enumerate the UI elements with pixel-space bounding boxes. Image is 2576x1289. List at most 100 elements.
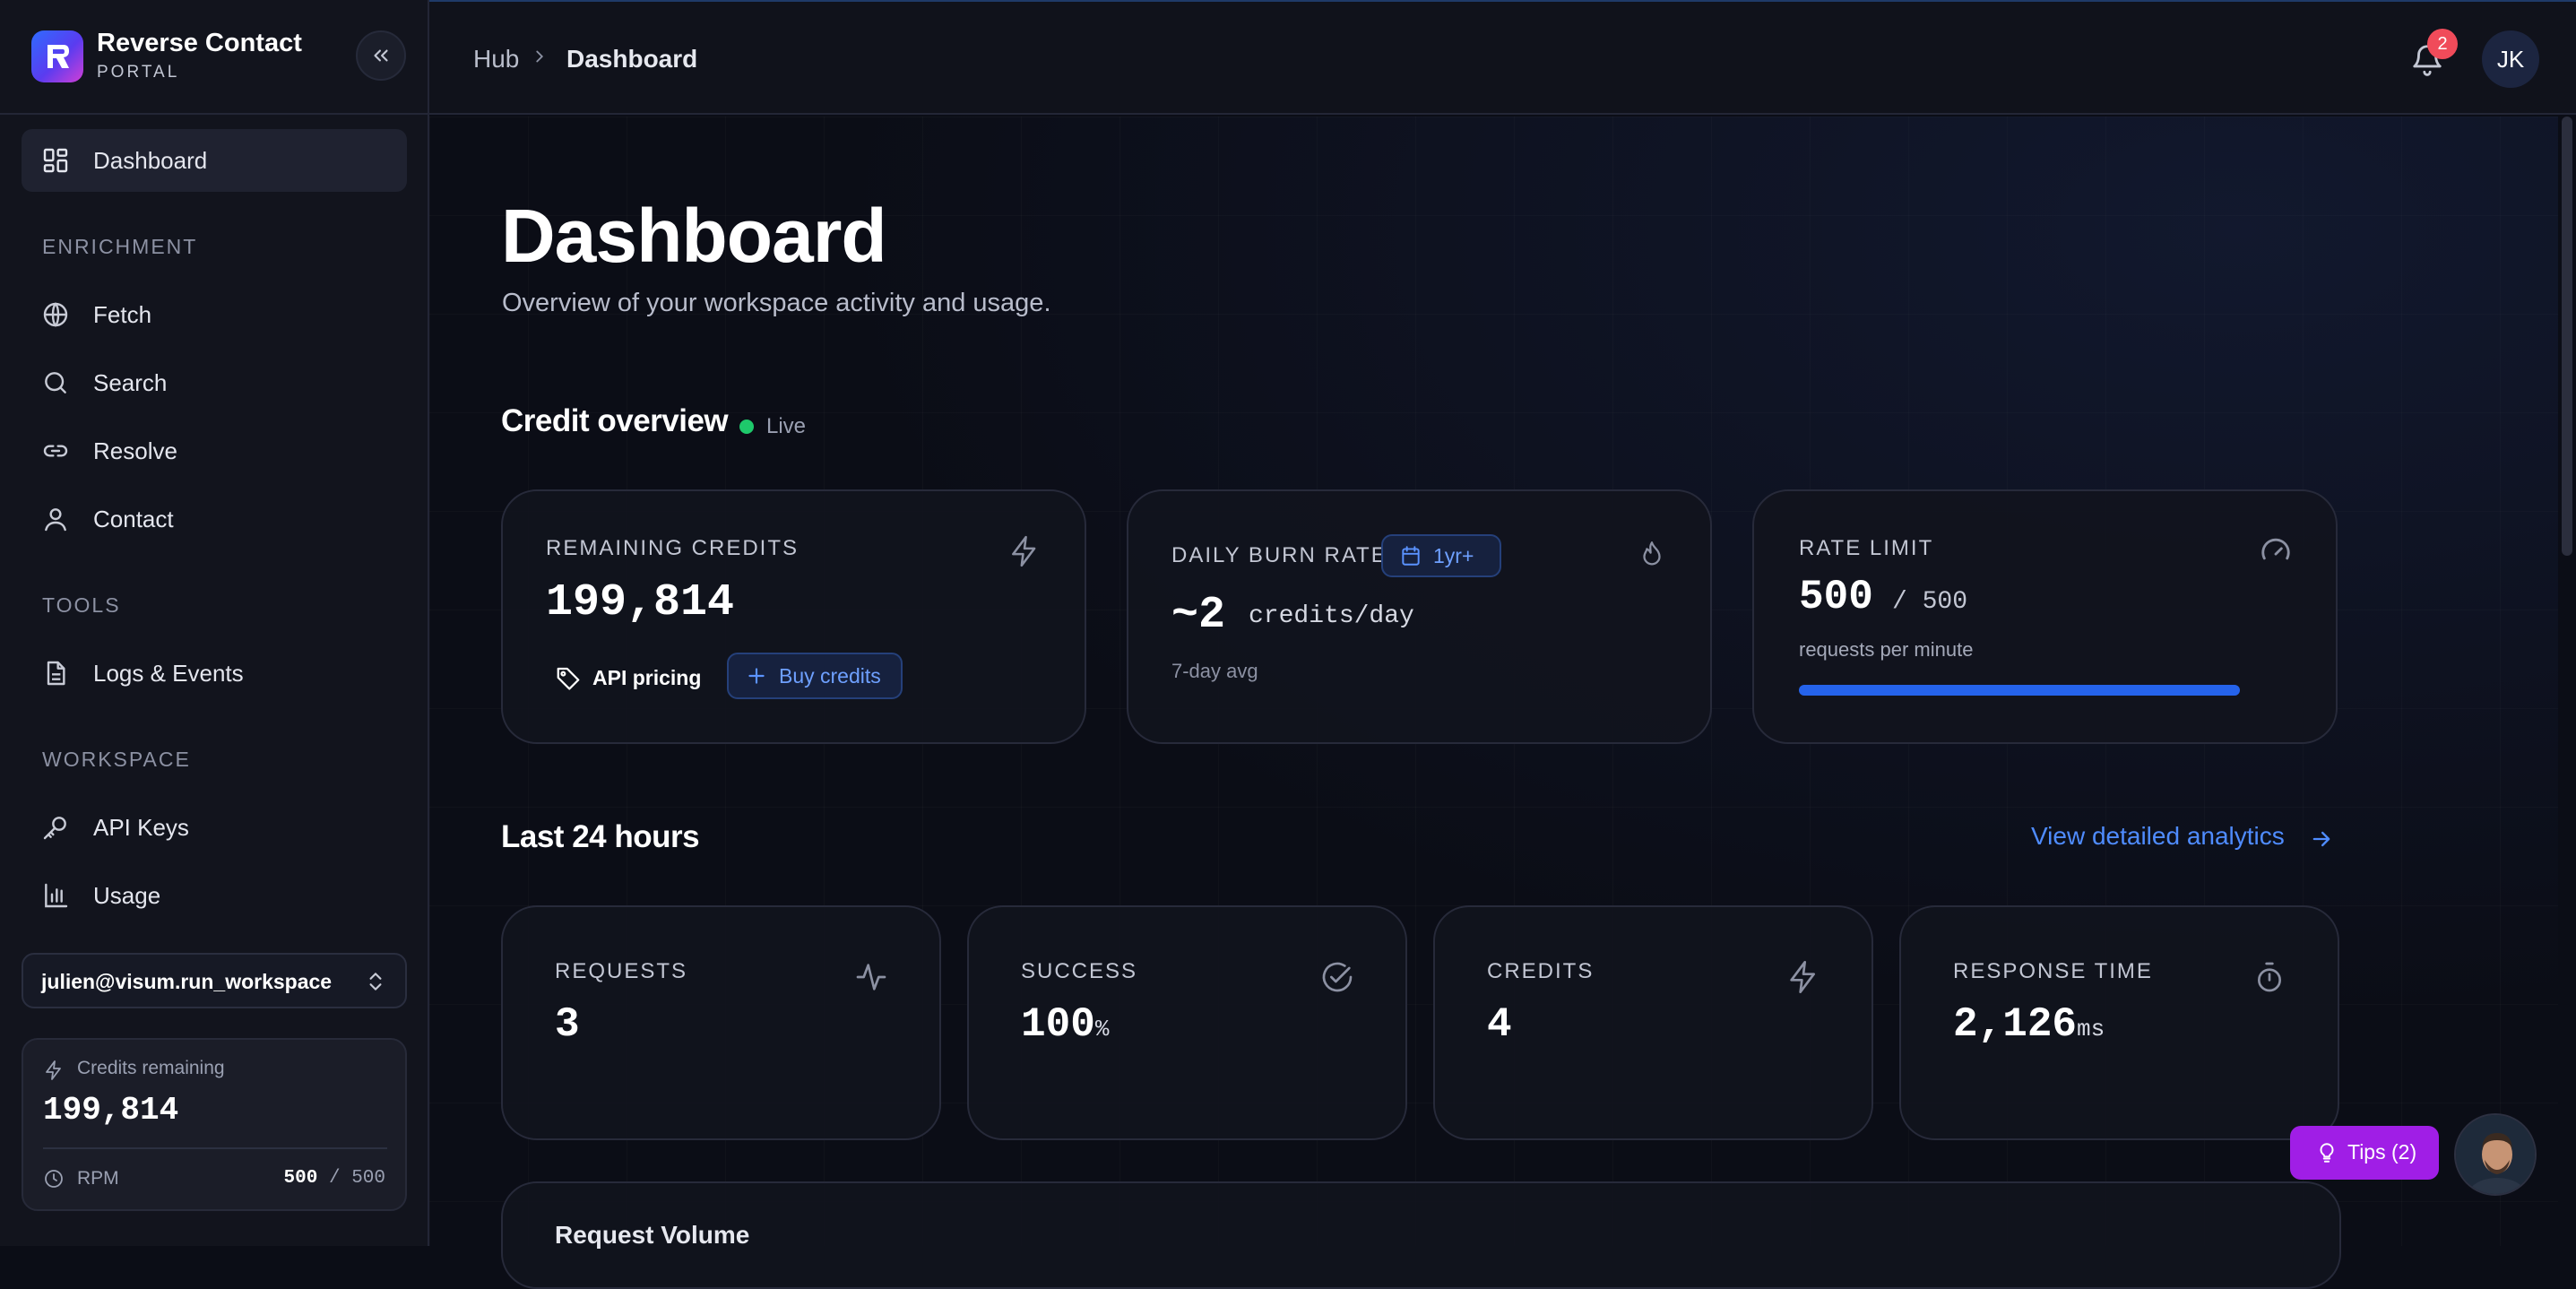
assistant-avatar[interactable] bbox=[2454, 1113, 2537, 1196]
main-content: Dashboard Overview of your workspace act… bbox=[429, 117, 2558, 1289]
burn-rate-value: ~2 bbox=[1171, 590, 1226, 641]
stat-label: RESPONSE TIME bbox=[1953, 959, 2153, 983]
daily-burn-rate-card: DAILY BURN RATE 1yr+ ~2 credits/day 7-da… bbox=[1127, 489, 1712, 744]
sidebar-item-label: Contact bbox=[93, 505, 174, 532]
bolt-icon bbox=[1012, 535, 1036, 567]
link-icon bbox=[43, 445, 68, 457]
api-pricing-label: API pricing bbox=[592, 665, 702, 689]
section-label-tools: TOOLS bbox=[42, 593, 121, 617]
breadcrumb-hub[interactable]: Hub bbox=[473, 45, 519, 74]
brand-header: Reverse Contact PORTAL bbox=[0, 0, 428, 115]
key-icon bbox=[43, 817, 66, 840]
rate-limit-progress bbox=[1799, 685, 2240, 696]
search-icon bbox=[45, 372, 66, 394]
sidebar-item-contact[interactable]: Contact bbox=[22, 488, 407, 550]
sidebar-credits-panel: Credits remaining 199,814 RPM 500 / 500 bbox=[22, 1038, 407, 1211]
card-label: RATE LIMIT bbox=[1799, 536, 1934, 560]
tips-label: Tips (2) bbox=[2347, 1140, 2417, 1164]
rate-limit-used: 500 bbox=[1799, 574, 1873, 620]
rate-limit-card: RATE LIMIT 500 / 500 requests per minute bbox=[1752, 489, 2338, 744]
calendar-icon bbox=[1402, 546, 1420, 566]
sidebar-item-logs[interactable]: Logs & Events bbox=[22, 642, 407, 705]
divider bbox=[43, 1147, 387, 1149]
stopwatch-icon bbox=[2258, 962, 2281, 992]
bolt-icon bbox=[46, 1060, 61, 1080]
stat-value: 2,126ms bbox=[1953, 1001, 2105, 1048]
workspace-selector[interactable]: julien@visum.run_workspace bbox=[22, 953, 407, 1008]
bar-chart-icon bbox=[45, 883, 68, 908]
collapse-sidebar-button[interactable] bbox=[356, 30, 406, 81]
card-label: DAILY BURN RATE bbox=[1171, 543, 1387, 567]
stat-label: CREDITS bbox=[1487, 959, 1595, 983]
chevrons-up-down-icon bbox=[369, 973, 382, 991]
stat-card-success: SUCCESS 100% bbox=[967, 905, 1407, 1140]
sidebar-item-label: API Keys bbox=[93, 813, 189, 841]
globe-icon bbox=[43, 302, 68, 327]
credits-remaining-value: 199,814 bbox=[43, 1092, 179, 1129]
stat-label: SUCCESS bbox=[1021, 959, 1138, 983]
sidebar-item-label: Logs & Events bbox=[93, 659, 244, 687]
document-icon bbox=[47, 661, 65, 686]
rate-limit-total: / 500 bbox=[1892, 588, 1968, 616]
section-label-workspace: WORKSPACE bbox=[42, 748, 191, 771]
credit-overview-title: Credit overview bbox=[501, 403, 729, 438]
sidebar-item-search[interactable]: Search bbox=[22, 351, 407, 414]
notification-badge: 2 bbox=[2427, 29, 2458, 59]
stat-value: 3 bbox=[555, 1001, 580, 1048]
buy-credits-label: Buy credits bbox=[779, 663, 881, 688]
arrow-right-icon[interactable] bbox=[2309, 826, 2334, 852]
credits-remaining-label: Credits remaining bbox=[77, 1058, 225, 1078]
sidebar-item-api-keys[interactable]: API Keys bbox=[22, 796, 407, 859]
stat-card-requests: REQUESTS 3 bbox=[501, 905, 941, 1140]
chevrons-left-icon bbox=[374, 49, 388, 62]
section-label-enrichment: ENRICHMENT bbox=[42, 235, 198, 258]
request-volume-title: Request Volume bbox=[555, 1221, 750, 1249]
remaining-credits-value: 199,814 bbox=[546, 577, 735, 628]
user-icon bbox=[45, 508, 66, 532]
topbar: Hub Dashboard 2 JK bbox=[429, 0, 2576, 115]
sidebar-item-label: Search bbox=[93, 368, 168, 396]
gauge-icon bbox=[2261, 538, 2290, 560]
live-indicator-label: Live bbox=[766, 414, 807, 438]
remaining-credits-card: REMAINING CREDITS 199,814 API pricing Bu… bbox=[501, 489, 1086, 744]
stat-label: REQUESTS bbox=[555, 959, 688, 983]
stat-value: 4 bbox=[1487, 1001, 1512, 1048]
tips-button[interactable]: Tips (2) bbox=[2290, 1126, 2439, 1180]
rate-limit-progress-fill bbox=[1799, 685, 2240, 696]
bolt-icon bbox=[1790, 961, 1815, 993]
brand-logo[interactable] bbox=[31, 30, 83, 82]
period-label: 1yr+ bbox=[1433, 543, 1474, 567]
stat-card-response-time: RESPONSE TIME 2,126ms bbox=[1899, 905, 2339, 1140]
period-selector[interactable]: 1yr+ bbox=[1381, 534, 1501, 577]
sidebar-item-label: Usage bbox=[93, 881, 161, 909]
api-pricing-button[interactable]: API pricing bbox=[555, 654, 707, 701]
breadcrumb-current: Dashboard bbox=[566, 45, 698, 73]
last-24h-title: Last 24 hours bbox=[501, 819, 700, 854]
sidebar-item-dashboard[interactable]: Dashboard bbox=[22, 129, 407, 192]
sidebar-item-usage[interactable]: Usage bbox=[22, 864, 407, 927]
rpm-label: RPM bbox=[77, 1168, 119, 1189]
activity-icon bbox=[856, 964, 886, 991]
sidebar-item-resolve[interactable]: Resolve bbox=[22, 420, 407, 482]
scrollbar-thumb[interactable] bbox=[2562, 117, 2572, 556]
brand-subtitle: PORTAL bbox=[97, 63, 180, 82]
view-analytics-link[interactable]: View detailed analytics bbox=[2031, 822, 2285, 851]
rate-limit-note: requests per minute bbox=[1799, 638, 1974, 661]
sidebar-item-label: Resolve bbox=[93, 437, 177, 464]
flame-icon bbox=[1643, 541, 1661, 566]
burn-rate-unit: credits/day bbox=[1249, 602, 1414, 630]
stat-value: 100% bbox=[1021, 1001, 1110, 1048]
assistant-portrait-icon bbox=[2456, 1115, 2535, 1194]
grid-icon bbox=[43, 148, 68, 173]
avatar[interactable]: JK bbox=[2482, 30, 2539, 88]
tag-icon bbox=[557, 667, 580, 690]
card-label: REMAINING CREDITS bbox=[546, 536, 800, 560]
sidebar-item-label: Fetch bbox=[93, 300, 152, 328]
check-circle-icon bbox=[1322, 962, 1353, 992]
workspace-name: julien@visum.run_workspace bbox=[41, 970, 333, 993]
sidebar-item-fetch[interactable]: Fetch bbox=[22, 283, 407, 346]
request-volume-card: Request Volume bbox=[501, 1181, 2341, 1289]
stat-card-credits: CREDITS 4 bbox=[1433, 905, 1873, 1140]
buy-credits-button[interactable]: Buy credits bbox=[727, 653, 903, 699]
page-subtitle: Overview of your workspace activity and … bbox=[502, 289, 1051, 317]
